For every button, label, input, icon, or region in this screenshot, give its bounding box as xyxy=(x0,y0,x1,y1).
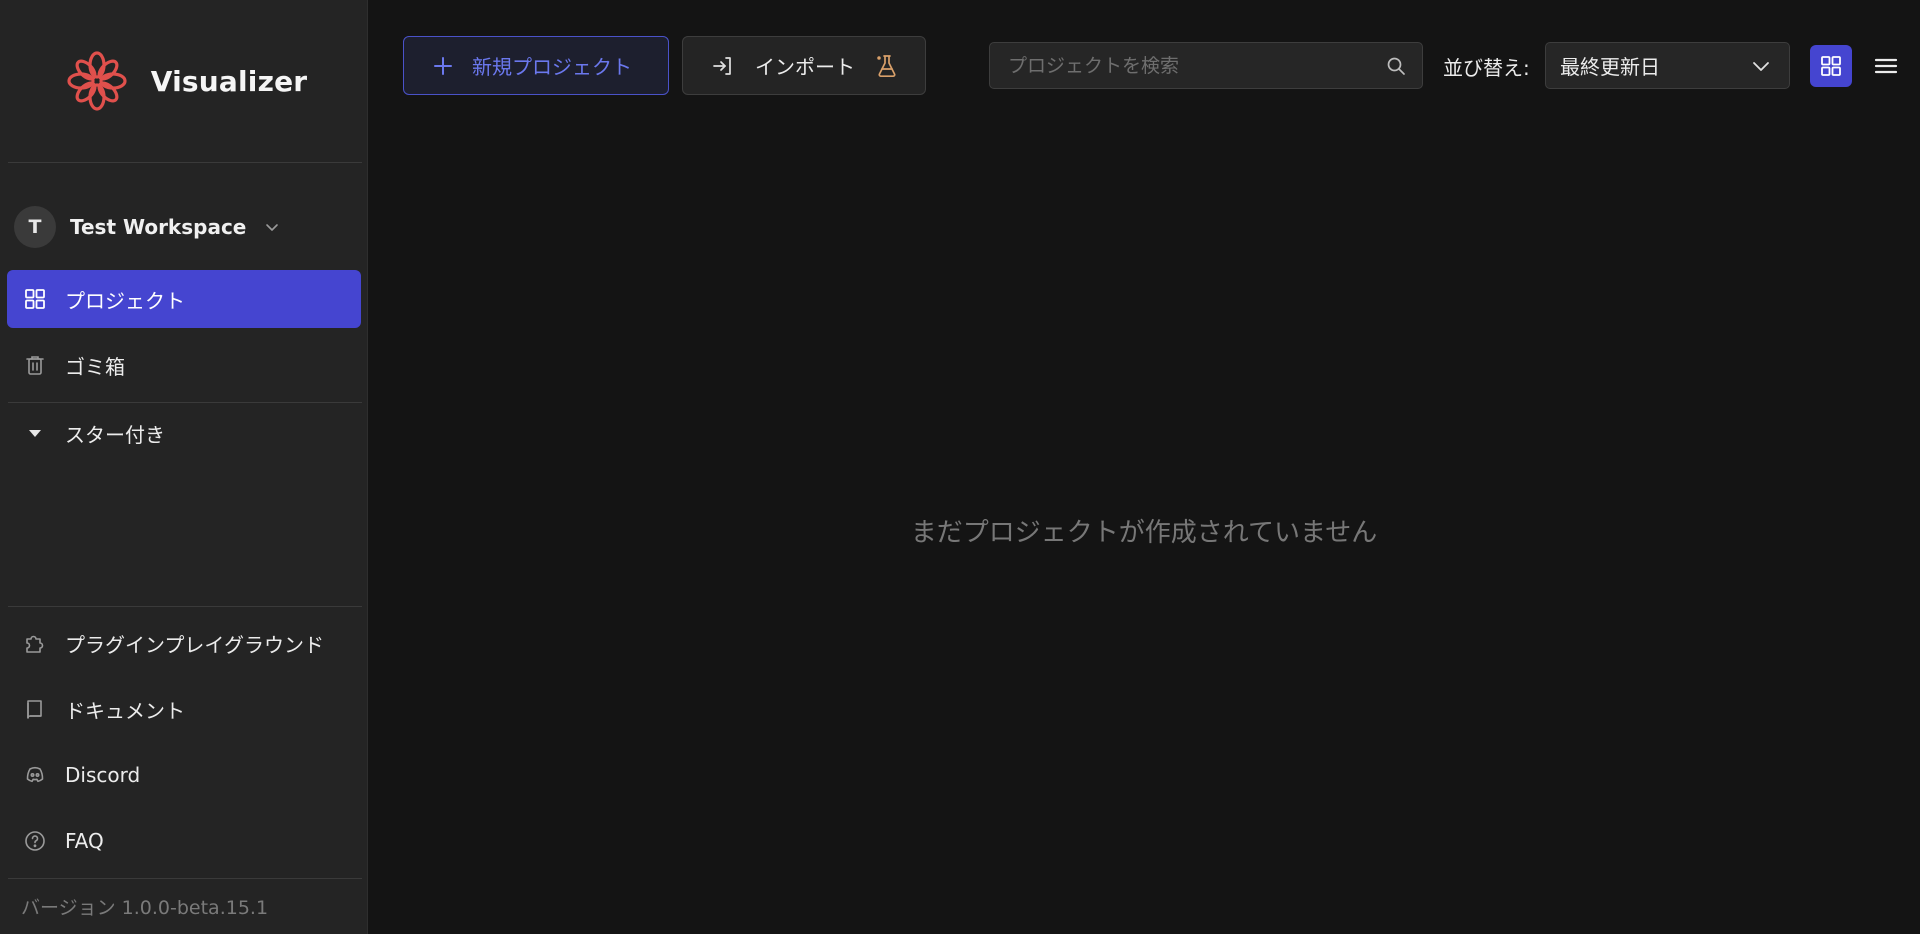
search-box[interactable] xyxy=(989,42,1423,89)
app-logo[interactable]: Visualizer xyxy=(0,0,368,162)
visualizer-logo-icon xyxy=(67,51,127,111)
sidebar-item-label: プロジェクト xyxy=(65,288,185,313)
plus-icon xyxy=(434,56,452,75)
puzzle-icon xyxy=(26,635,44,653)
sidebar-item-label: ゴミ箱 xyxy=(65,354,125,379)
import-button[interactable]: インポート xyxy=(682,36,926,95)
import-icon xyxy=(713,56,731,75)
grid-icon xyxy=(25,289,45,309)
sidebar-item-plugin-playground[interactable]: プラグインプレイグラウンド xyxy=(7,614,361,672)
app-name: Visualizer xyxy=(150,64,308,98)
caret-down-icon xyxy=(29,430,41,437)
sidebar-item-trash[interactable]: ゴミ箱 xyxy=(7,336,361,394)
sort-selected-value: 最終更新日 xyxy=(1560,55,1660,79)
starred-section-toggle[interactable]: スター付き xyxy=(7,404,361,462)
hamburger-menu-icon xyxy=(1874,58,1898,74)
workspace-avatar: T xyxy=(14,206,56,248)
sidebar-item-discord[interactable]: Discord xyxy=(7,746,361,804)
sidebar-item-label: プラグインプレイグラウンド xyxy=(65,632,324,657)
sidebar-item-docs[interactable]: ドキュメント xyxy=(7,680,361,738)
sidebar-item-label: FAQ xyxy=(65,829,104,853)
divider xyxy=(8,402,362,403)
version-label: バージョン 1.0.0-beta.15.1 xyxy=(21,897,269,919)
flask-icon xyxy=(877,54,896,77)
grid-icon xyxy=(1821,56,1841,76)
empty-state-message: まだプロジェクトが作成されていません xyxy=(910,518,1378,548)
sidebar: Visualizer T Test Workspace プロジェクト ゴミ箱 ス… xyxy=(0,0,368,934)
search-icon[interactable] xyxy=(1386,56,1406,76)
chevron-down-icon xyxy=(266,224,279,231)
sort-label: 並び替え: xyxy=(1443,56,1530,80)
book-icon xyxy=(27,700,42,719)
discord-icon xyxy=(26,766,44,783)
workspace-name: Test Workspace xyxy=(70,215,247,239)
app-window: Visualizer T Test Workspace プロジェクト ゴミ箱 ス… xyxy=(0,0,1920,934)
chevron-down-icon xyxy=(1753,61,1769,71)
sidebar-item-projects[interactable]: プロジェクト xyxy=(7,270,361,328)
new-project-label: 新規プロジェクト xyxy=(472,55,632,79)
list-view-button[interactable] xyxy=(1868,45,1904,87)
divider xyxy=(8,606,362,607)
sort-select[interactable]: 最終更新日 xyxy=(1545,42,1790,89)
starred-section-label: スター付き xyxy=(65,422,165,447)
search-input[interactable] xyxy=(1006,53,1386,78)
sidebar-item-label: Discord xyxy=(65,763,141,787)
new-project-button[interactable]: 新規プロジェクト xyxy=(403,36,669,95)
help-circle-icon xyxy=(25,831,45,851)
divider xyxy=(8,162,362,163)
grid-view-button[interactable] xyxy=(1810,45,1852,87)
divider xyxy=(8,878,362,879)
trash-icon xyxy=(26,356,44,375)
sidebar-item-label: ドキュメント xyxy=(65,698,185,723)
sidebar-item-faq[interactable]: FAQ xyxy=(7,812,361,870)
import-label: インポート xyxy=(755,55,855,79)
workspace-switcher[interactable]: T Test Workspace xyxy=(14,205,280,249)
